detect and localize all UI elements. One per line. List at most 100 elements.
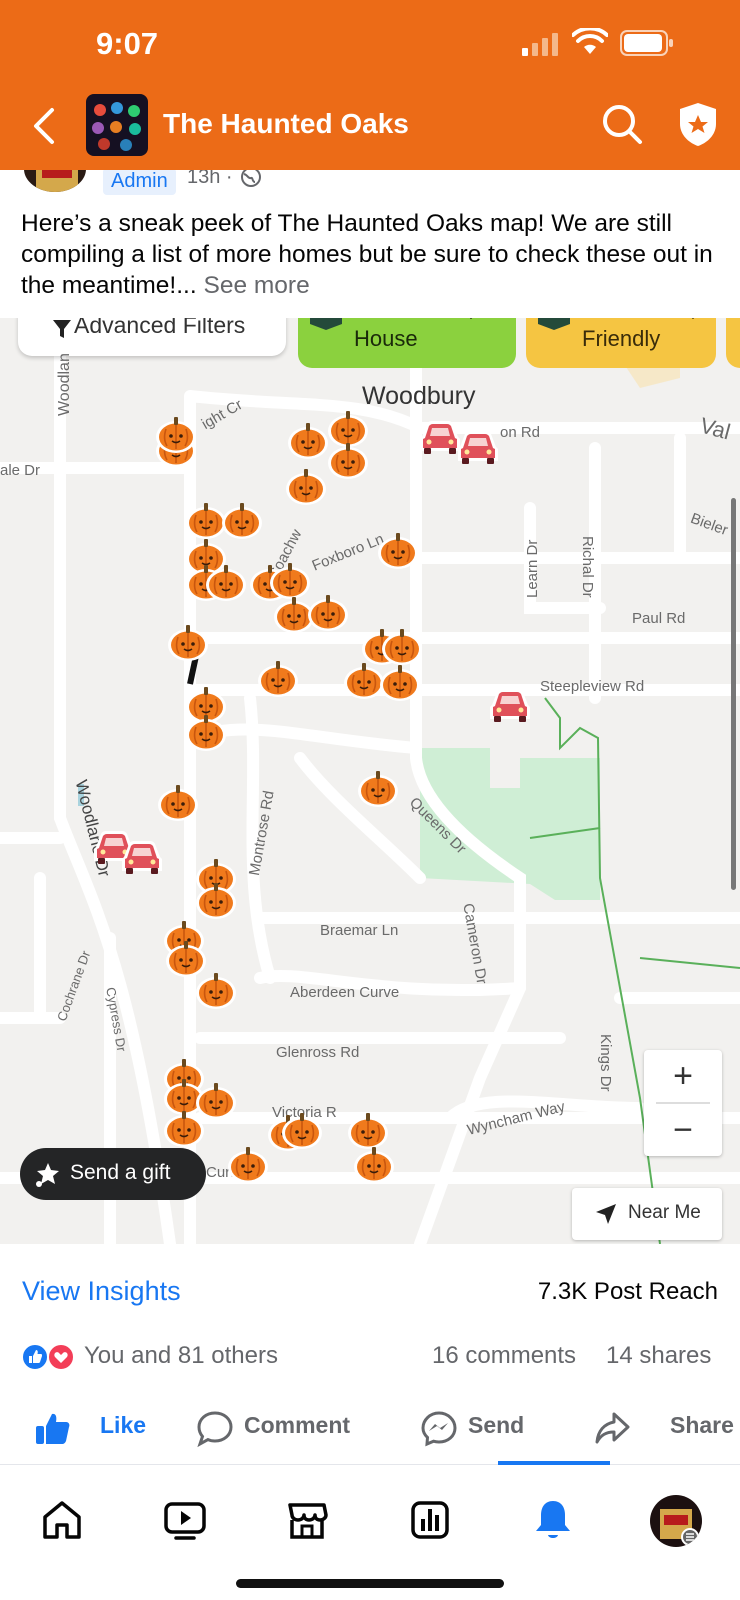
- pumpkin-marker-icon[interactable]: [351, 1143, 397, 1185]
- near-me-button[interactable]: Near Me: [572, 1188, 722, 1240]
- friendly-filter-chip[interactable]: Friendly: [526, 318, 716, 368]
- house-icon: [310, 318, 342, 330]
- house-icon: [538, 318, 570, 330]
- post-time: 13h ·: [187, 170, 233, 188]
- post-header: Admin 13h · Here’s a sneak peek of The H…: [0, 170, 740, 318]
- signal-icon: [522, 33, 558, 56]
- advanced-filters-label: Advanced Filters: [74, 318, 246, 338]
- comments-count[interactable]: 16 comments: [432, 1342, 576, 1370]
- status-bar: 9:07: [0, 0, 740, 86]
- globe-icon: [241, 170, 261, 187]
- chevron-down-icon: [469, 318, 473, 320]
- car-marker-icon[interactable]: [118, 837, 166, 879]
- pumpkin-marker-icon[interactable]: [325, 439, 371, 481]
- pumpkin-marker-icon[interactable]: [193, 969, 239, 1011]
- pumpkin-marker-icon[interactable]: [355, 767, 401, 809]
- search-icon[interactable]: [600, 102, 644, 146]
- post-text: Here’s a sneak peek of The Haunted Oaks …: [21, 208, 721, 301]
- zoom-in-button[interactable]: +: [644, 1050, 722, 1102]
- back-arrow-icon[interactable]: [24, 104, 68, 148]
- profile-avatar[interactable]: [650, 1495, 702, 1547]
- pumpkin-marker-icon[interactable]: [153, 413, 199, 455]
- car-marker-icon[interactable]: [486, 685, 534, 727]
- like-button[interactable]: Like: [34, 1400, 154, 1456]
- haunt-map[interactable]: Advanced Filters House Friendly Woodbury…: [0, 318, 740, 1244]
- pumpkin-marker-icon[interactable]: [183, 711, 229, 753]
- chevron-down-icon: [691, 318, 695, 320]
- admin-shield-icon[interactable]: [676, 100, 720, 148]
- battery-icon: [620, 30, 673, 56]
- location-arrow-icon: [596, 1204, 616, 1224]
- pumpkin-marker-icon[interactable]: [283, 465, 329, 507]
- car-marker-icon[interactable]: [454, 427, 502, 469]
- pumpkin-marker-icon[interactable]: [155, 781, 201, 823]
- home-indicator: [236, 1579, 504, 1588]
- home-icon[interactable]: [37, 1495, 87, 1545]
- advanced-filters-chip[interactable]: Advanced Filters: [18, 318, 286, 356]
- street-label: Woodlan: [56, 353, 73, 416]
- place-label-woodbury: Woodbury: [362, 382, 476, 410]
- pumpkin-marker-icon[interactable]: [377, 661, 423, 703]
- street-label: Learn Dr: [524, 539, 541, 598]
- pumpkin-marker-icon[interactable]: [225, 1143, 271, 1185]
- app-header: The Haunted Oaks: [0, 86, 740, 170]
- comment-icon: [197, 1411, 233, 1448]
- comment-label: Comment: [244, 1412, 351, 1438]
- near-me-label: Near Me: [628, 1202, 701, 1223]
- active-tab-indicator: [498, 1461, 610, 1465]
- pumpkin-marker-icon[interactable]: [375, 529, 421, 571]
- post-body: Here’s a sneak peek of The Haunted Oaks …: [21, 210, 713, 299]
- bell-icon[interactable]: [528, 1495, 578, 1545]
- status-time: 9:07: [96, 26, 159, 61]
- house-filter-label: House: [354, 326, 418, 351]
- admin-badge: Admin: [103, 170, 176, 195]
- marketplace-icon[interactable]: [282, 1495, 332, 1545]
- pumpkin-marker-icon[interactable]: [255, 657, 301, 699]
- pumpkin-marker-icon[interactable]: [279, 1109, 325, 1151]
- wifi-icon: [572, 28, 608, 54]
- like-label: Like: [100, 1412, 147, 1438]
- street-label: Glenross Rd: [276, 1044, 360, 1061]
- post-author-avatar[interactable]: [22, 170, 88, 194]
- view-insights-link[interactable]: View Insights: [22, 1276, 181, 1307]
- reactions-summary: You and 81 others: [84, 1342, 278, 1369]
- street-label: Braemar Ln: [320, 922, 399, 939]
- pumpkin-marker-icon[interactable]: [203, 561, 249, 603]
- send-label: Send: [468, 1412, 525, 1438]
- street-label: Kings Dr: [597, 1034, 614, 1092]
- send-gift-button[interactable]: Send a gift: [20, 1148, 206, 1200]
- more-filter-chip[interactable]: [726, 318, 740, 368]
- scroll-indicator: [731, 498, 736, 890]
- group-cover-image: [92, 102, 141, 151]
- filter-icon: [53, 320, 71, 338]
- thumbs-up-icon: [36, 1413, 70, 1444]
- zoom-out-button[interactable]: −: [644, 1104, 722, 1156]
- shares-count[interactable]: 14 shares: [606, 1342, 711, 1370]
- share-icon: [595, 1412, 630, 1444]
- see-more-link[interactable]: See more: [203, 272, 309, 299]
- pumpkin-marker-icon[interactable]: [305, 591, 351, 633]
- video-icon[interactable]: [160, 1495, 210, 1545]
- reactions-icons: [21, 1343, 75, 1371]
- send-button[interactable]: Send: [420, 1400, 540, 1456]
- group-title[interactable]: The Haunted Oaks: [163, 108, 409, 140]
- send-gift-label: Send a gift: [70, 1161, 171, 1184]
- share-button[interactable]: Share: [594, 1400, 734, 1456]
- group-avatar[interactable]: [86, 94, 148, 156]
- street-label: Paul Rd: [632, 610, 686, 627]
- insights-icon[interactable]: [405, 1495, 455, 1545]
- pumpkin-marker-icon[interactable]: [193, 879, 239, 921]
- street-label: on Rd: [500, 424, 541, 441]
- street-label: Steepleview Rd: [540, 678, 645, 695]
- pumpkin-marker-icon[interactable]: [161, 1107, 207, 1149]
- share-label: Share: [670, 1412, 734, 1438]
- pumpkin-marker-icon[interactable]: [165, 621, 211, 663]
- post-actions: Like Comment Send Share: [0, 1400, 740, 1464]
- street-label: Aberdeen Curve: [290, 984, 400, 1001]
- reactions-row[interactable]: You and 81 others 16 comments 14 shares: [0, 1338, 740, 1388]
- comment-button[interactable]: Comment: [196, 1400, 356, 1456]
- zoom-control: + −: [644, 1050, 722, 1156]
- post-reach: 7.3K Post Reach: [537, 1278, 718, 1305]
- profile-image: [660, 1509, 699, 1546]
- house-filter-chip[interactable]: House: [298, 318, 516, 368]
